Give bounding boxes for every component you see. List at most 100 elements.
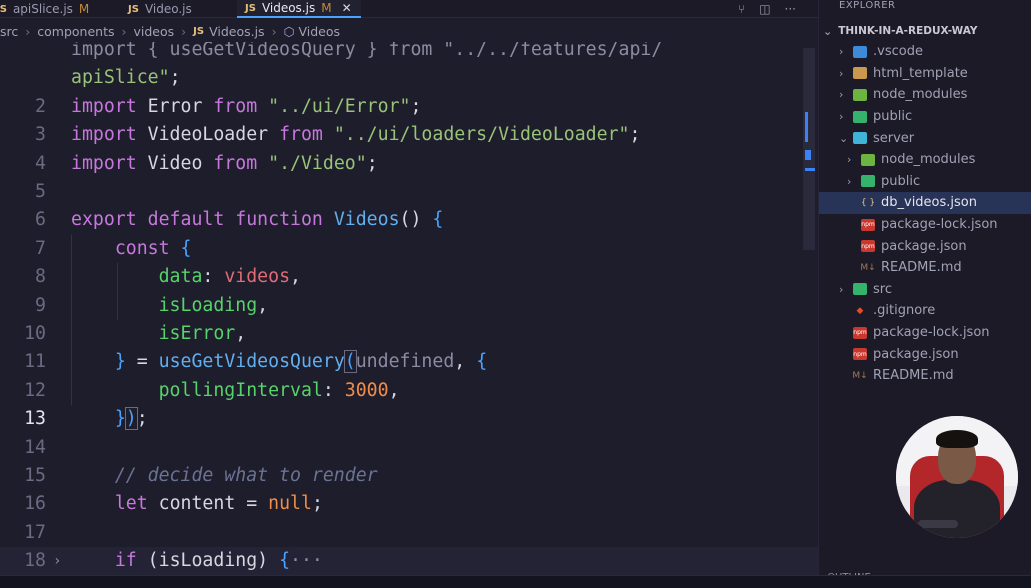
tree-item[interactable]: ◆ .gitignore	[819, 300, 1031, 322]
close-icon[interactable]: ✕	[342, 1, 352, 15]
tree-item[interactable]: npm package.json	[819, 343, 1031, 365]
code-token: ,	[235, 323, 247, 344]
code-line[interactable]: 3 import VideoLoader from "../ui/loaders/…	[0, 121, 818, 149]
code-line[interactable]: 8 data: videos,	[0, 263, 818, 291]
code-line[interactable]: 6 export default function Videos() {	[0, 206, 818, 234]
tree-item[interactable]: M↓ README.md	[819, 257, 1031, 279]
code-line[interactable]: 12 pollingInterval: 3000,	[0, 377, 818, 405]
code-line[interactable]: 7 const {	[0, 235, 818, 263]
code-line[interactable]: import { useGetVideosQuery } from "../..…	[0, 42, 818, 64]
tree-item[interactable]: › node_modules	[819, 84, 1031, 106]
code-token: ;	[136, 408, 148, 430]
code-token: "./Video"	[268, 152, 367, 174]
split-editor-icon[interactable]: ◫	[759, 2, 770, 16]
explorer-title: EXPLORER	[839, 0, 896, 11]
code-line[interactable]: 4 import Video from "./Video";	[0, 150, 818, 178]
code-token: Videos	[333, 209, 400, 231]
bottom-panel-edge	[0, 575, 1031, 588]
tree-item-label: package.json	[873, 346, 959, 362]
more-actions-icon[interactable]: ···	[785, 2, 796, 16]
workspace-root[interactable]: ⌄ THINK-IN-A-REDUX-WAY	[823, 23, 977, 39]
code-line[interactable]: 5	[0, 178, 818, 206]
code-text: } = useGetVideosQuery(undefined, {	[71, 348, 487, 376]
code-token: ()	[399, 209, 433, 231]
code-line[interactable]: 2 import Error from "../ui/Error";	[0, 93, 818, 121]
breadcrumb-src[interactable]: src	[0, 24, 18, 39]
code-line[interactable]: 15 // decide what to render	[0, 462, 818, 490]
js-file-icon: JS	[128, 3, 139, 15]
tree-item[interactable]: › public	[819, 171, 1031, 193]
tree-item[interactable]: { } db_videos.json	[819, 192, 1031, 214]
breadcrumb-videos[interactable]: videos	[133, 24, 174, 39]
code-token: const	[114, 237, 170, 259]
code-token: import	[71, 95, 137, 117]
tree-item[interactable]: › node_modules	[819, 149, 1031, 171]
source-control-icon[interactable]: ⑂	[738, 2, 745, 16]
line-number: 5	[35, 181, 46, 202]
tree-item[interactable]: npm package.json	[819, 235, 1031, 257]
editor-scrollbar[interactable]	[803, 48, 815, 250]
code-line[interactable]: 14	[0, 434, 818, 462]
code-token: "../ui/Error"	[268, 95, 411, 117]
line-number: 7	[35, 237, 46, 259]
tree-item[interactable]: ⌄ server	[819, 127, 1031, 149]
code-token: ;	[410, 95, 422, 117]
tree-item[interactable]: npm package-lock.json	[819, 214, 1031, 236]
chevron-right-icon: ›	[839, 66, 844, 80]
tree-item[interactable]: › src	[819, 279, 1031, 301]
tree-item[interactable]: › .vscode	[819, 41, 1031, 63]
tree-item-label: README.md	[873, 368, 954, 384]
breadcrumb-file[interactable]: Videos.js	[209, 24, 265, 39]
tree-item[interactable]: › html_template	[819, 63, 1031, 85]
chevron-right-icon: ›	[181, 23, 187, 39]
tree-item[interactable]: › public	[819, 106, 1031, 128]
code-token: {	[432, 209, 444, 231]
line-number: 15	[24, 465, 46, 486]
breadcrumb-components[interactable]: components	[37, 24, 114, 39]
tab-videos[interactable]: JS Videos.js M ✕	[237, 0, 361, 18]
tab-apislice[interactable]: JS apiSlice.js M	[0, 0, 108, 18]
code-line[interactable]: 16 let content = null;	[0, 490, 818, 518]
code-line[interactable]: 9 isLoading,	[0, 292, 818, 320]
fold-chevron-icon[interactable]: ›	[53, 547, 61, 575]
breadcrumb-symbol[interactable]: Videos	[299, 24, 341, 39]
code-line[interactable]: 13 });	[0, 405, 818, 433]
line-number: 2	[35, 95, 46, 117]
breadcrumb: src › components › videos › JS Videos.js…	[0, 20, 818, 42]
code-line[interactable]: apiSlice";	[0, 64, 818, 92]
code-token: VideoLoader	[136, 124, 280, 146]
tree-item[interactable]: M↓ README.md	[819, 365, 1031, 387]
npm-icon: npm	[861, 218, 875, 231]
code-editor[interactable]: import { useGetVideosQuery } from "../..…	[0, 42, 818, 575]
tab-label: Video.js	[144, 2, 192, 16]
js-file-icon: JS	[245, 2, 256, 14]
tree-item-label: html_template	[873, 65, 968, 81]
tab-video[interactable]: JS Video.js	[128, 0, 224, 18]
code-line[interactable]: 17	[0, 519, 818, 547]
scrollbar-change-marker	[805, 112, 808, 142]
code-token: ,	[454, 351, 477, 373]
code-token: data	[158, 266, 203, 288]
code-token: :	[202, 266, 225, 288]
code-token: ;	[629, 124, 641, 146]
code-line[interactable]: 18 › if (isLoading) {···	[0, 547, 818, 575]
scrollbar-change-marker	[805, 150, 811, 160]
line-number: 8	[35, 266, 46, 288]
code-line[interactable]: 10 isError,	[0, 320, 818, 348]
code-token: 3000	[344, 379, 389, 401]
folder-node-icon	[853, 88, 867, 101]
code-line[interactable]: 11 } = useGetVideosQuery(undefined, {	[0, 348, 818, 376]
code-token: export	[71, 209, 137, 231]
code-token: ;	[311, 493, 323, 515]
code-token: {	[180, 237, 192, 259]
folder-vscode-icon	[853, 45, 867, 58]
tab-label: Videos.js	[261, 1, 316, 15]
code-token: videos	[224, 266, 291, 288]
code-token: undefined	[355, 351, 455, 373]
line-number: 17	[24, 521, 46, 543]
tree-item[interactable]: npm package-lock.json	[819, 322, 1031, 344]
